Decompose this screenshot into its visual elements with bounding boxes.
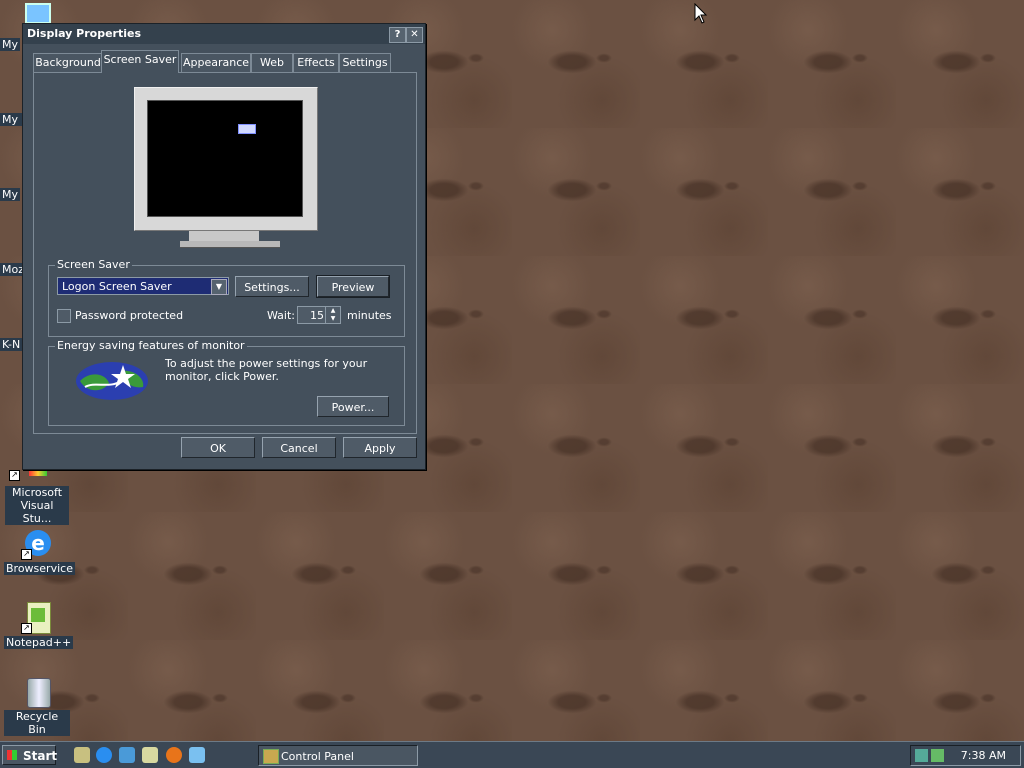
outlook-icon[interactable] xyxy=(119,747,135,763)
desktop-icon-label: Microsoft Visual Stu... xyxy=(5,486,69,525)
desktop-icon-label: Browservice xyxy=(4,562,75,575)
desktop-icon-label: K-N xyxy=(0,338,23,351)
desktop-icon-label: My xyxy=(0,188,21,201)
logon-logo-icon xyxy=(238,124,256,134)
explorer-icon[interactable] xyxy=(142,747,158,763)
energy-description: To adjust the power settings for your mo… xyxy=(165,357,368,383)
dialog-titlebar[interactable]: Display Properties ? ✕ xyxy=(23,24,425,44)
chevron-down-icon[interactable]: ▼ xyxy=(211,279,227,295)
taskbar: Start Control Panel 7:38 AM xyxy=(0,741,1024,768)
settings-button[interactable]: Settings... xyxy=(235,276,309,297)
screen-saver-select[interactable]: Logon Screen Saver ▼ xyxy=(57,277,229,295)
desktop-icon-label: My xyxy=(0,38,21,51)
tab-appearance[interactable]: Appearance xyxy=(181,53,251,72)
screen-saver-selected-value: Logon Screen Saver xyxy=(62,280,172,293)
desktop-icon-visual-studio[interactable]: ↗ Microsoft Visual Stu... xyxy=(4,466,70,525)
power-button[interactable]: Power... xyxy=(317,396,389,417)
password-protected-label: Password protected xyxy=(75,309,184,322)
security-icon[interactable] xyxy=(931,749,944,762)
monitor-base xyxy=(180,241,280,248)
start-button[interactable]: Start xyxy=(2,745,58,765)
control-panel-icon xyxy=(263,749,279,764)
mouse-cursor-icon xyxy=(694,3,708,24)
energy-group-title: Energy saving features of monitor xyxy=(55,339,247,353)
display-properties-dialog[interactable]: Display Properties ? ✕ Background Screen… xyxy=(22,23,426,470)
preview-button[interactable]: Preview xyxy=(316,275,390,298)
ok-button[interactable]: OK xyxy=(181,437,255,458)
start-label: Start xyxy=(23,749,58,763)
tab-effects[interactable]: Effects xyxy=(293,53,339,72)
energy-saving-group: Energy saving features of monitor To adj… xyxy=(48,339,405,426)
desktop-icon-recycle-bin[interactable]: Recycle Bin xyxy=(4,676,70,736)
notepad-plus-plus-icon: ↗ xyxy=(21,602,53,634)
internet-explorer-icon: e ↗ xyxy=(21,528,53,560)
screen-saver-panel: Screen Saver Logon Screen Saver ▼ Settin… xyxy=(33,72,417,434)
desktop-icon-label: Notepad++ xyxy=(4,636,74,649)
desktop-icon-label: Recycle Bin xyxy=(4,710,70,736)
firefox-icon[interactable] xyxy=(166,747,182,763)
preview-screen xyxy=(147,100,303,217)
cancel-button[interactable]: Cancel xyxy=(262,437,336,458)
screen-saver-group: Screen Saver Logon Screen Saver ▼ Settin… xyxy=(48,258,405,337)
monitor-icon xyxy=(25,3,51,24)
recycle-bin-icon xyxy=(21,676,53,708)
desktop-icon-browservice[interactable]: e ↗ Browservice xyxy=(4,528,75,575)
close-button[interactable]: ✕ xyxy=(406,27,423,43)
desktop-icon-notepad-plus-plus[interactable]: ↗ Notepad++ xyxy=(4,602,74,649)
task-label: Control Panel xyxy=(281,750,354,763)
windows-logo-icon xyxy=(7,750,17,760)
energy-star-icon xyxy=(76,362,148,400)
tab-web[interactable]: Web xyxy=(251,53,293,72)
password-protected-checkbox[interactable] xyxy=(57,309,71,323)
tab-settings[interactable]: Settings xyxy=(339,53,391,72)
wait-label: Wait: xyxy=(267,309,295,322)
shortcut-arrow-icon: ↗ xyxy=(21,549,32,560)
ie-icon[interactable] xyxy=(96,747,112,763)
minutes-label: minutes xyxy=(347,309,392,322)
taskbar-button-control-panel[interactable]: Control Panel xyxy=(258,745,418,766)
shortcut-arrow-icon: ↗ xyxy=(21,623,32,634)
send-icon[interactable] xyxy=(189,747,205,763)
show-desktop-icon[interactable] xyxy=(74,747,90,763)
dialog-title: Display Properties xyxy=(27,27,142,40)
clock[interactable]: 7:38 AM xyxy=(961,746,1006,766)
wait-minutes-spinner[interactable]: 15 ▲ ▼ xyxy=(297,306,341,324)
monitor-preview xyxy=(134,87,318,231)
tab-background[interactable]: Background xyxy=(33,53,103,72)
spinner-arrows-icon[interactable]: ▲ ▼ xyxy=(325,307,340,323)
tab-screen-saver[interactable]: Screen Saver xyxy=(101,50,179,73)
help-button[interactable]: ? xyxy=(389,27,406,43)
shortcut-arrow-icon: ↗ xyxy=(9,470,20,481)
desktop: { "desktop": { "icons": [ {"label": "My"… xyxy=(0,0,1024,768)
screen-saver-group-title: Screen Saver xyxy=(55,258,132,272)
network-icon[interactable] xyxy=(915,749,928,762)
apply-button[interactable]: Apply xyxy=(343,437,417,458)
system-tray: 7:38 AM xyxy=(910,745,1021,766)
wait-value: 15 xyxy=(310,309,324,322)
